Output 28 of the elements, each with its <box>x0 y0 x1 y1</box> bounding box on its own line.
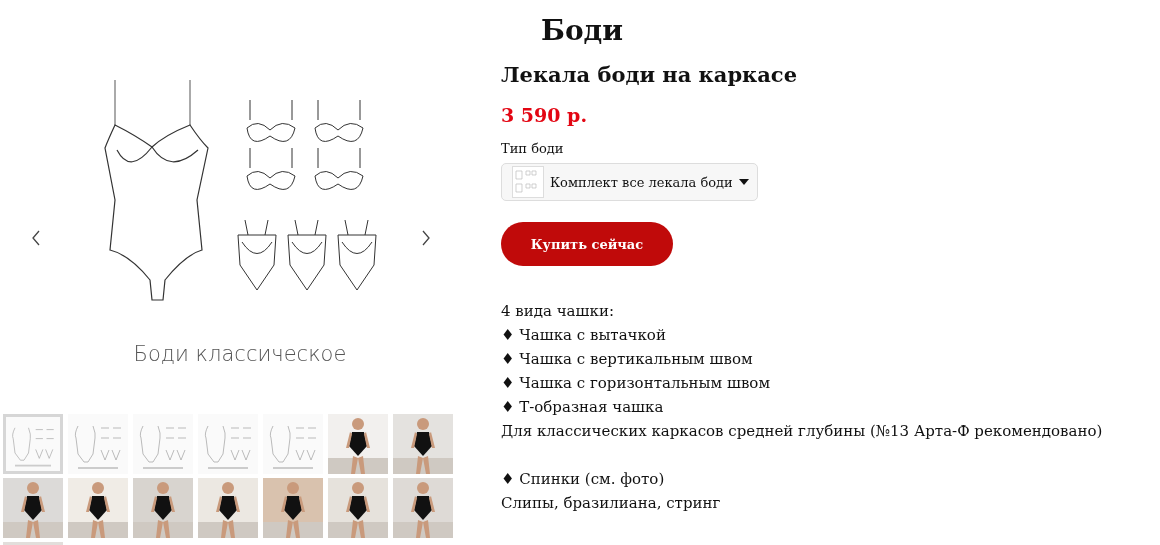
product-title: Лекала боди на каркасе <box>501 61 798 89</box>
option-label: Тип боди <box>501 140 565 158</box>
thumbnail[interactable] <box>393 414 453 474</box>
caret-icon <box>738 179 749 185</box>
description-line: Для классических каркасов средней глубины (№13 Арта-Ф рекомендовано) <box>501 421 1104 442</box>
thumbnail[interactable] <box>3 478 63 538</box>
description-line: ♦ Чашка с вертикальным швом <box>501 349 754 370</box>
description-line: Слипы, бразилиана, стринг <box>501 493 722 514</box>
thumbnail[interactable] <box>3 414 63 474</box>
thumbnail[interactable] <box>198 478 258 538</box>
price: 3 590 р. <box>501 103 588 128</box>
description-line: ♦ Чашка с горизонтальным швом <box>501 373 772 394</box>
image-caption: Боди классическое <box>133 342 347 366</box>
thumbnail[interactable] <box>328 414 388 474</box>
description-line: 4 вида чашки: <box>501 301 615 322</box>
thumbnail[interactable] <box>328 478 388 538</box>
previous-arrow-icon[interactable] <box>31 230 41 246</box>
next-arrow-icon[interactable] <box>421 230 431 246</box>
type-dropdown[interactable]: Комплект все лекала боди <box>501 163 758 201</box>
description-line: ♦ Спинки (см. фото) <box>501 469 666 490</box>
description-line: ♦ Чашка с вытачкой <box>501 325 667 346</box>
thumbnail[interactable] <box>393 478 453 538</box>
buy-now-button[interactable]: Купить сейчас <box>501 222 673 266</box>
thumbnail[interactable] <box>263 478 323 538</box>
description-line: ♦ Т-образная чашка <box>501 397 665 418</box>
thumbnail[interactable] <box>68 478 128 538</box>
thumbnail[interactable] <box>133 478 193 538</box>
category-title: Боди <box>541 13 625 49</box>
